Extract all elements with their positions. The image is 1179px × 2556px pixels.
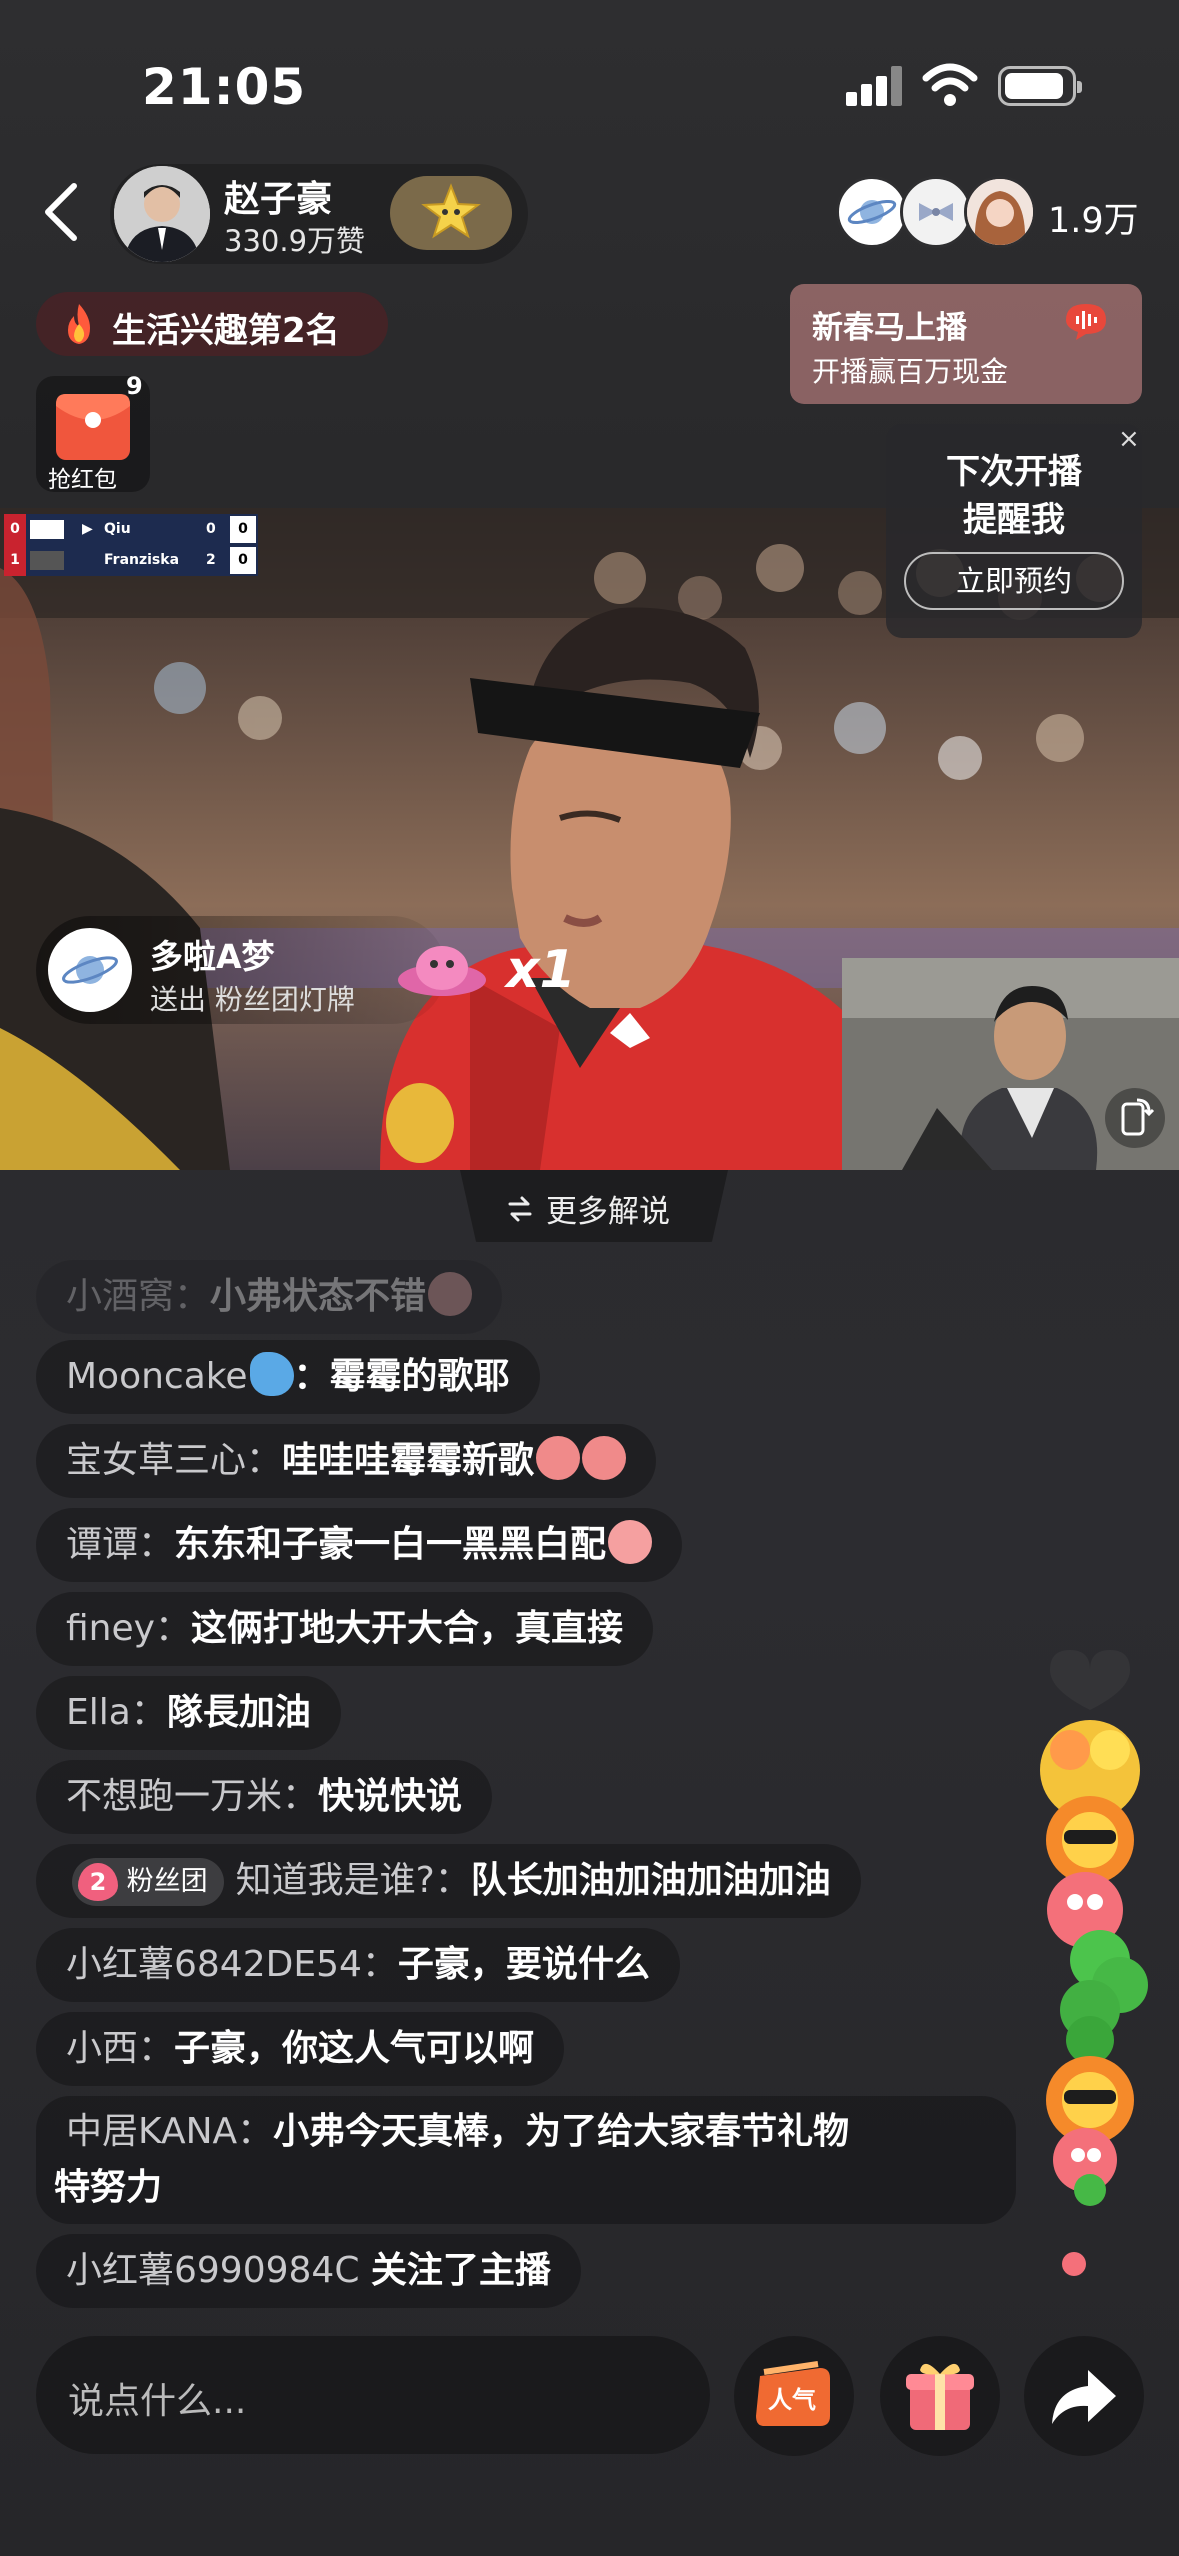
wifi-icon [922, 62, 978, 108]
arrow-icon: ▶ [82, 521, 93, 537]
comment-text: 快说快说 [318, 1776, 463, 1817]
gift-sender-name: 多啦A梦 [150, 937, 275, 976]
whale-icon [249, 1352, 294, 1396]
popularity-button[interactable]: 人气 [734, 2336, 854, 2456]
gift-count: x1 [506, 940, 576, 1000]
reserve-button[interactable]: 立即预约 [904, 552, 1124, 610]
comment[interactable]: 2 粉丝团 知道我是谁?：队长加油加油加油加油 [36, 1844, 861, 1918]
signal-icon [846, 66, 902, 106]
share-button[interactable] [1024, 2336, 1144, 2456]
like-animation [1030, 1640, 1150, 2284]
comment-text: 子豪，要说什么 [397, 1944, 650, 1985]
host-avatar[interactable] [114, 166, 210, 262]
comment-user: Ella： [66, 1692, 167, 1733]
battery-icon [998, 66, 1082, 106]
comment[interactable]: 不想跑一万米：快说快说 [36, 1760, 493, 1834]
svg-text:人气: 人气 [768, 2386, 816, 2414]
host-likes: 330.9万赞 [224, 224, 366, 258]
score-games: 0 [206, 521, 216, 537]
flag-icon [30, 520, 64, 539]
gift-button[interactable] [880, 2336, 1000, 2456]
score-points: 0 [230, 547, 256, 574]
player-name: Franziska [104, 552, 180, 568]
comment-text: 小弗今天真棒，为了给大家春节礼物 [273, 2111, 850, 2152]
comment-text: 东东和子豪一白一黑黑白配 [174, 1524, 607, 1565]
status-time: 21:05 [142, 58, 307, 116]
gift-description: 送出 粉丝团灯牌 [150, 983, 355, 1016]
comment-user: 不想跑一万米： [66, 1776, 319, 1817]
comment-text: 子豪，你这人气可以啊 [174, 2028, 535, 2069]
red-packet-label: 抢红包 [48, 467, 117, 493]
scoreboard: 0 ▶ Qiu 0 0 1 Franziska 2 0 [4, 514, 258, 576]
heart-level-icon: 2 [78, 1863, 118, 1901]
audio-wave-icon [1062, 300, 1110, 344]
comment-user: 谭谭： [66, 1524, 175, 1565]
flag-icon [30, 551, 64, 570]
gift-icon [392, 932, 492, 1012]
viewer-avatar[interactable] [964, 176, 1036, 248]
comment[interactable]: 小红薯6990984C 关注了主播 [36, 2234, 581, 2308]
player-name: Qiu [104, 521, 131, 537]
comment[interactable]: finey：这俩打地大开大合，真直接 [36, 1592, 653, 1666]
reminder-line1: 下次开播 [946, 452, 1082, 492]
comment[interactable]: Ella：隊長加油 [36, 1676, 341, 1750]
emoji-icon [428, 1272, 473, 1316]
viewer-avatar[interactable] [900, 176, 972, 248]
comment[interactable]: 小西：子豪，你这人气可以啊 [36, 2012, 565, 2086]
score-set: 1 [4, 545, 26, 576]
comment-user: Mooncake [66, 1356, 248, 1397]
comment-text-continued: 特努力 [54, 2167, 163, 2208]
commentator-video[interactable] [842, 958, 1179, 1170]
fan-club-badge: 2 粉丝团 [72, 1858, 224, 1906]
promo-subtitle: 开播赢百万现金 [812, 355, 1009, 388]
emoji-icon [582, 1436, 627, 1480]
score-games: 2 [206, 552, 216, 568]
more-commentary-label: 更多解说 [546, 1194, 670, 1230]
comment-text: 小弗状态不错 [210, 1276, 427, 1317]
switch-camera-icon[interactable] [1105, 1088, 1165, 1148]
viewer-avatar[interactable] [836, 176, 908, 248]
comment-user: 宝女草三心： [66, 1440, 283, 1481]
comment[interactable]: 小红薯6842DE54：子豪，要说什么 [36, 1928, 680, 2002]
comment-user: 小西： [66, 2028, 175, 2069]
comment[interactable]: 宝女草三心：哇哇哇霉霉新歌 [36, 1424, 657, 1498]
comment-text: ：霉霉的歌耶 [293, 1356, 510, 1397]
viewer-count[interactable]: 1.9万 [1048, 192, 1139, 243]
back-button[interactable] [38, 180, 88, 244]
comment[interactable]: 谭谭：东东和子豪一白一黑黑白配 [36, 1508, 683, 1582]
comment[interactable]: 中居KANA：小弗今天真棒，为了给大家春节礼物 特努力 [36, 2096, 1016, 2224]
emoji-icon [608, 1520, 653, 1564]
red-packet-count: 9 [126, 372, 143, 400]
gift-sender-avatar[interactable] [48, 928, 132, 1012]
promo-title: 新春马上播 [812, 310, 967, 346]
comment-text: 这俩打地大开大合，真直接 [190, 1608, 623, 1649]
comment-text: 隊長加油 [166, 1692, 311, 1733]
comment-text: 哇哇哇霉霉新歌 [282, 1440, 535, 1481]
score-points: 0 [230, 516, 256, 543]
comment-user: finey： [66, 1608, 191, 1649]
fire-icon [60, 302, 98, 350]
comment-text: 队长加油加油加油加油 [470, 1860, 831, 1901]
comment-user: 小酒窝： [66, 1276, 211, 1317]
rank-label: 生活兴趣第2名 [112, 311, 340, 351]
comment-text: 关注了主播 [370, 2250, 551, 2291]
host-name: 赵子豪 [224, 179, 333, 220]
comment[interactable]: Mooncake ：霉霉的歌耶 [36, 1340, 540, 1414]
fan-club-button[interactable] [390, 176, 512, 250]
swap-icon [506, 1194, 534, 1228]
comment-user: 小红薯6990984C [66, 2250, 360, 2291]
badge-label: 粉丝团 [126, 1866, 208, 1897]
score-set: 0 [4, 514, 26, 545]
emoji-icon [536, 1436, 581, 1480]
comment-input-placeholder: 说点什么... [68, 2381, 247, 2422]
comment-user: 小红薯6842DE54： [66, 1944, 398, 1985]
reminder-line2: 提醒我 [963, 500, 1065, 540]
comment[interactable]: 小酒窝：小弗状态不错 [36, 1260, 503, 1334]
comment-user: 中居KANA： [66, 2111, 274, 2152]
comment-user: 知道我是谁?： [235, 1860, 471, 1901]
